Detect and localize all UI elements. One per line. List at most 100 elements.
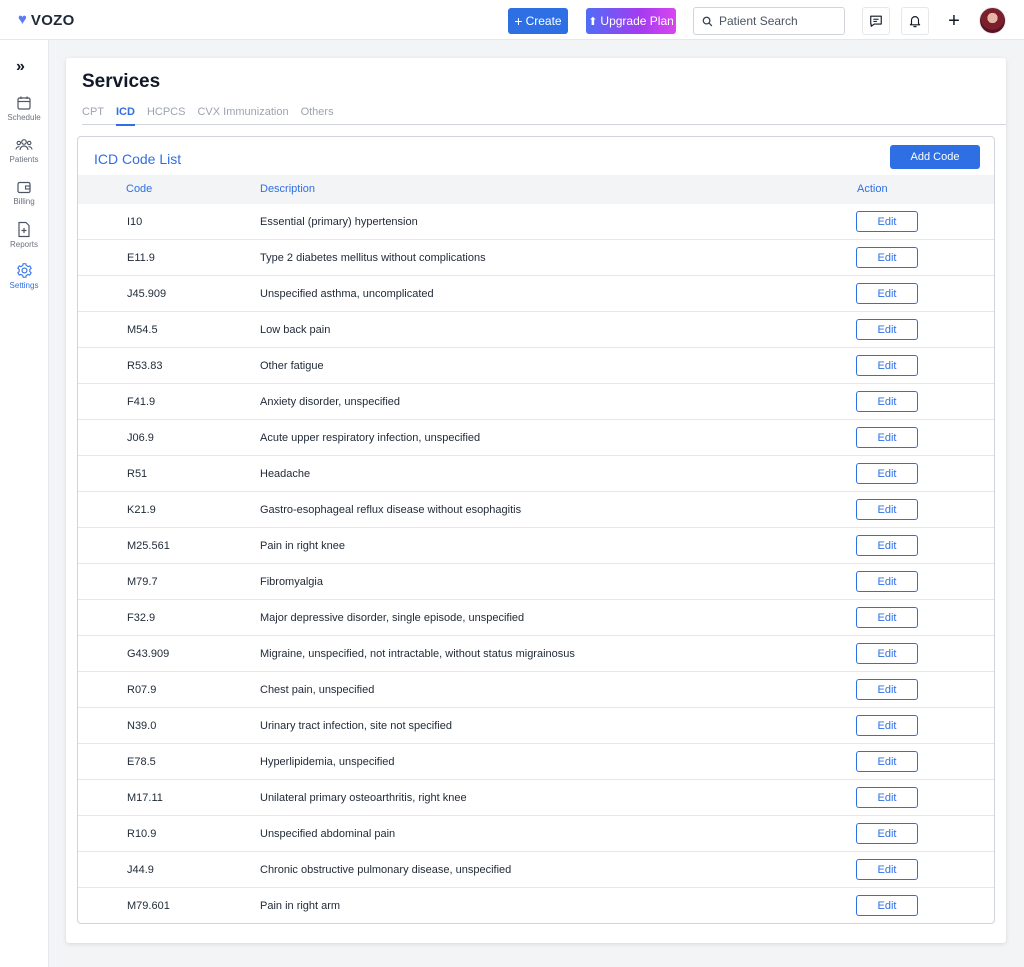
edit-button[interactable]: Edit (856, 787, 918, 808)
description-cell: Unilateral primary osteoarthritis, right… (260, 792, 467, 804)
quick-add-button[interactable]: + (942, 8, 966, 34)
table-row: G43.909 Migraine, unspecified, not intrac… (78, 636, 994, 672)
code-cell: R51 (127, 468, 148, 480)
edit-button[interactable]: Edit (856, 427, 918, 448)
edit-button[interactable]: Edit (856, 679, 918, 700)
edit-button[interactable]: Edit (856, 823, 918, 844)
list-title: ICD Code List (94, 151, 182, 167)
bell-icon (909, 16, 921, 28)
edit-button[interactable]: Edit (856, 283, 918, 304)
tab-icd[interactable]: ICD (116, 98, 135, 126)
edit-button[interactable]: Edit (856, 715, 918, 736)
description-cell: Acute upper respiratory infection, unspe… (260, 432, 481, 444)
column-header-code: Code (126, 183, 153, 195)
add-code-button[interactable]: Add Code (890, 145, 980, 169)
logo[interactable]: ♥ VOZO (18, 11, 75, 29)
code-cell: F41.9 (127, 396, 156, 408)
tab-cvx-immunization[interactable]: CVX Immunization (197, 98, 288, 125)
table-row: R53.83 Other fatigue Edit (78, 348, 994, 384)
edit-button[interactable]: Edit (856, 607, 918, 628)
sidebar-item-label: Schedule (7, 113, 41, 122)
sidebar-item-label: Settings (9, 281, 39, 290)
description-cell: Hyperlipidemia, unspecified (260, 756, 395, 768)
patient-search[interactable] (693, 7, 845, 35)
upgrade-plan-button[interactable]: ⬆ Upgrade Plan (586, 8, 676, 34)
edit-button[interactable]: Edit (856, 499, 918, 520)
table-row: M79.601 Pain in right arm Edit (78, 888, 994, 923)
plus-icon: + (514, 13, 523, 29)
table-body: I10 Essential (primary) hypertension Edit … (78, 204, 994, 923)
code-cell: F32.9 (127, 612, 156, 624)
tab-hcpcs[interactable]: HCPCS (147, 98, 186, 125)
avatar[interactable] (979, 7, 1006, 34)
table-row: J45.909 Unspecified asthma, uncomplicated… (78, 276, 994, 312)
tab-others[interactable]: Others (301, 98, 334, 125)
table-row: R51 Headache Edit (78, 456, 994, 492)
edit-button[interactable]: Edit (856, 391, 918, 412)
page-title: Services (82, 71, 161, 92)
description-cell: Major depressive disorder, single episod… (260, 612, 525, 624)
table-row: M54.5 Low back pain Edit (78, 312, 994, 348)
column-header-description: Description (260, 183, 316, 195)
notifications-button[interactable] (901, 7, 929, 35)
table-header: Code Description Action (78, 175, 994, 204)
edit-button[interactable]: Edit (856, 859, 918, 880)
sidebar: » Schedule Patients Billing Reports Sett… (0, 40, 49, 967)
expand-sidebar-icon[interactable]: » (16, 58, 25, 76)
edit-button[interactable]: Edit (856, 535, 918, 556)
code-cell: M79.601 (127, 900, 170, 912)
description-cell: Other fatigue (260, 360, 324, 372)
sidebar-item-billing[interactable]: Billing (0, 179, 48, 206)
tab-cpt[interactable]: CPT (82, 98, 104, 125)
edit-button[interactable]: Edit (856, 751, 918, 772)
edit-button[interactable]: Edit (856, 895, 918, 916)
brand-name: VOZO (30, 11, 75, 29)
table-row: R07.9 Chest pain, unspecified Edit (78, 672, 994, 708)
sidebar-item-reports[interactable]: Reports (0, 221, 48, 249)
upgrade-label: Upgrade Plan (600, 14, 674, 28)
table-row: J44.9 Chronic obstructive pulmonary disea… (78, 852, 994, 888)
table-row: E78.5 Hyperlipidemia, unspecified Edit (78, 744, 994, 780)
sidebar-item-patients[interactable]: Patients (0, 137, 48, 164)
code-cell: G43.909 (127, 648, 170, 660)
edit-button[interactable]: Edit (856, 463, 918, 484)
table-row: E11.9 Type 2 diabetes mellitus without co… (78, 240, 994, 276)
sidebar-item-label: Patients (9, 155, 39, 164)
edit-button[interactable]: Edit (856, 643, 918, 664)
search-icon (702, 16, 713, 26)
sidebar-item-label: Billing (13, 197, 35, 206)
code-cell: N39.0 (127, 720, 157, 732)
description-cell: Fibromyalgia (260, 576, 323, 588)
description-cell: Essential (primary) hypertension (260, 216, 418, 228)
description-cell: Anxiety disorder, unspecified (260, 396, 401, 408)
code-cell: M25.561 (127, 540, 170, 552)
services-card: Services CPT ICD HCPCS CVX Immunization … (66, 58, 1006, 943)
description-cell: Pain in right knee (260, 540, 345, 552)
messages-button[interactable] (862, 7, 890, 35)
code-cell: E78.5 (127, 756, 156, 768)
patient-search-input[interactable] (719, 14, 839, 28)
wallet-icon (17, 181, 31, 194)
edit-button[interactable]: Edit (856, 571, 918, 592)
create-button[interactable]: + Create (508, 8, 568, 34)
table-row: F41.9 Anxiety disorder, unspecified Edit (78, 384, 994, 420)
message-icon (870, 15, 882, 27)
table-row: M17.11 Unilateral primary osteoarthritis,… (78, 780, 994, 816)
code-cell: R10.9 (127, 828, 157, 840)
edit-button[interactable]: Edit (856, 355, 918, 376)
create-label: Create (525, 14, 562, 28)
sidebar-item-settings[interactable]: Settings (0, 262, 48, 290)
code-cell: R53.83 (127, 360, 163, 372)
code-cell: J44.9 (127, 864, 154, 876)
gear-icon (16, 263, 32, 278)
table-row: R10.9 Unspecified abdominal pain Edit (78, 816, 994, 852)
table-row: K21.9 Gastro-esophageal reflux disease wi… (78, 492, 994, 528)
edit-button[interactable]: Edit (856, 319, 918, 340)
code-cell: J06.9 (127, 432, 154, 444)
edit-button[interactable]: Edit (856, 211, 918, 232)
code-cell: R07.9 (127, 684, 157, 696)
edit-button[interactable]: Edit (856, 247, 918, 268)
calendar-icon (17, 96, 31, 110)
sidebar-item-schedule[interactable]: Schedule (0, 95, 48, 122)
code-cell: M79.7 (127, 576, 158, 588)
